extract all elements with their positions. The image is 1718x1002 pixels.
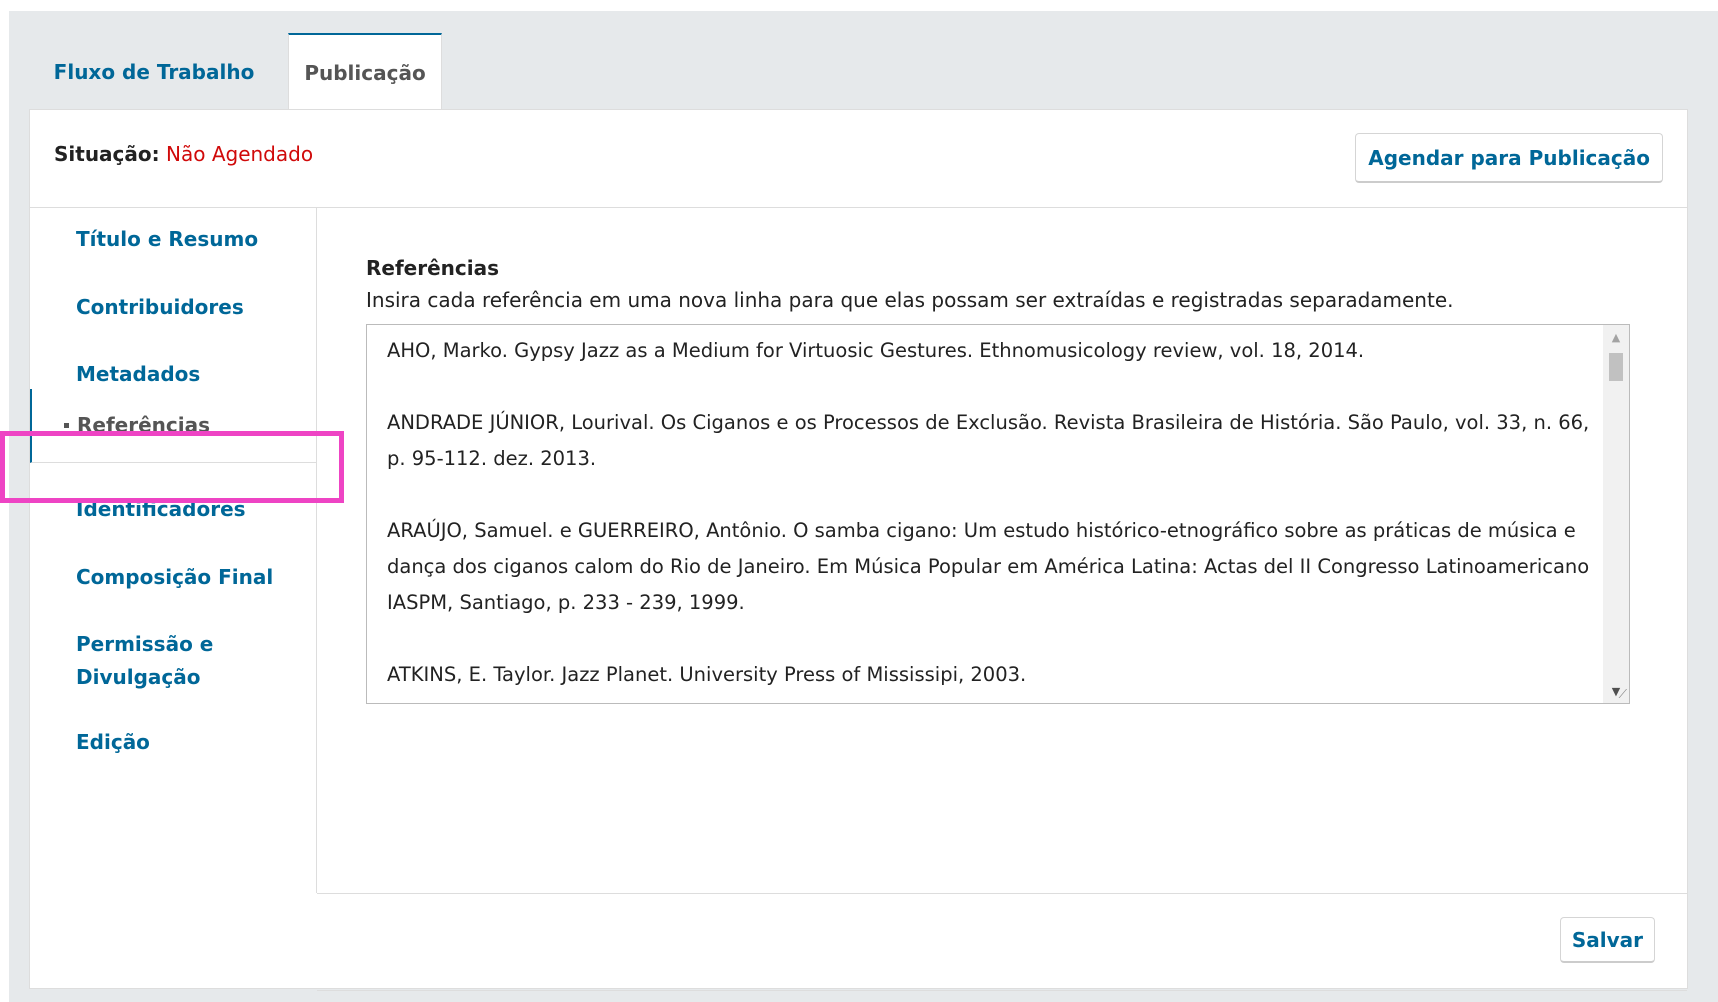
sidenav-item-references[interactable]: Referências — [30, 389, 316, 463]
sidenav-item-issue[interactable]: Edição — [30, 726, 316, 759]
sidenav-item-identifiers[interactable]: Identificadores — [30, 493, 316, 526]
references-form: Referências Insira cada referência em um… — [317, 208, 1687, 893]
publication-panel: Situação: Não Agendado Agendar para Publ… — [29, 109, 1688, 991]
tab-workflow[interactable]: Fluxo de Trabalho — [41, 33, 267, 110]
form-footer: Salvar — [317, 893, 1687, 991]
reference-entry: ATKINS, E. Taylor. Jazz Planet. Universi… — [387, 663, 1027, 686]
reference-entry: AHO, Marko. Gypsy Jazz as a Medium for V… — [387, 339, 1365, 362]
sidenav-item-contributors[interactable]: Contribuidores — [30, 291, 316, 324]
publication-status: Situação: Não Agendado — [54, 142, 313, 166]
page-background: Fluxo de Trabalho Publicação Situação: N… — [0, 11, 1718, 1002]
save-button[interactable]: Salvar — [1559, 917, 1655, 963]
references-field-description: Insira cada referência em uma nova linha… — [366, 288, 1454, 312]
reference-entry: ARAÚJO, Samuel. e GUERREIRO, Antônio. O … — [387, 519, 1590, 614]
reference-entry: ANDRADE JÚNIOR, Lourival. Os Ciganos e o… — [387, 411, 1590, 470]
references-textarea[interactable]: AHO, Marko. Gypsy Jazz as a Medium for V… — [366, 324, 1630, 704]
status-value: Não Agendado — [166, 142, 314, 166]
tab-publication[interactable]: Publicação — [288, 33, 442, 111]
sidenav-item-metadata[interactable]: Metadados — [30, 358, 316, 391]
status-bar: Situação: Não Agendado Agendar para Publ… — [30, 110, 1687, 208]
schedule-publication-button[interactable]: Agendar para Publicação — [1355, 133, 1663, 183]
status-label: Situação: — [54, 142, 160, 166]
scroll-up-arrow-icon[interactable]: ▲ — [1603, 325, 1629, 349]
sidenav-item-galleys[interactable]: Composição Final — [30, 561, 316, 594]
resize-grip-icon[interactable]: ⟋ — [1613, 687, 1627, 701]
references-field-label: Referências — [366, 256, 500, 280]
references-text: AHO, Marko. Gypsy Jazz as a Medium for V… — [387, 333, 1592, 703]
textarea-scrollbar[interactable]: ▲ ▼ — [1603, 325, 1629, 703]
sidenav-item-permissions[interactable]: Permissão e Divulgação — [30, 628, 250, 694]
sidenav-item-label: Referências — [77, 413, 211, 437]
scroll-thumb[interactable] — [1609, 353, 1623, 381]
sidenav-item-title-abstract[interactable]: Título e Resumo — [30, 223, 316, 256]
active-bullet-icon — [64, 423, 69, 428]
